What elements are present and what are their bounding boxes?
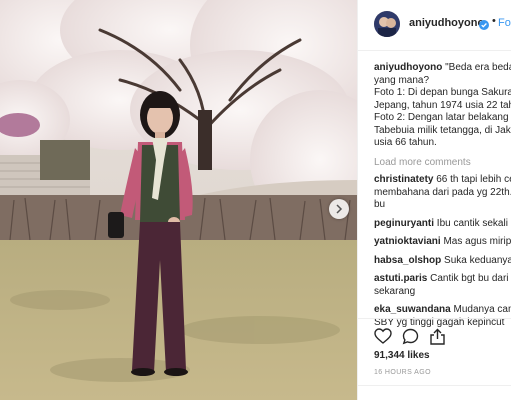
comment-item: yatnioktaviani Mas agus mirip ibu <box>374 236 511 249</box>
comment-username[interactable]: eka_suwandana <box>374 304 451 315</box>
comment-text: Mudanya cantik <box>453 304 511 315</box>
comment-username[interactable]: astuti.paris <box>374 273 427 284</box>
comment-username[interactable]: peginuryanti <box>374 218 434 229</box>
post-photo[interactable] <box>0 0 357 400</box>
comment-icon[interactable] <box>402 328 419 350</box>
avatar-image <box>374 11 400 37</box>
header-username[interactable]: aniyudhoyono <box>409 17 484 29</box>
caption-line: Jepang, tahun 1974 usia 22 tahun. <box>374 99 511 111</box>
post-side-panel: aniyudhoyono • Follow aniyudhoyono "Beda… <box>357 0 511 400</box>
add-comment-area[interactable] <box>358 385 511 400</box>
share-icon[interactable] <box>429 328 446 350</box>
follow-button[interactable]: Follow <box>498 17 511 29</box>
post-caption: aniyudhoyono "Beda era beda yang mana? F… <box>374 62 511 150</box>
comment-text: bu <box>374 199 386 210</box>
comment-text: sekarang <box>374 285 416 297</box>
caption-line: Tabebuia milik tetangga, di Jakarta, <box>374 124 511 136</box>
next-photo-button[interactable] <box>329 199 349 219</box>
comment-text: 66 th tapi lebih cerah <box>436 174 511 185</box>
caption-line: yang mana? <box>374 74 430 86</box>
comment-list: christinatety 66 th tapi lebih cerah mem… <box>374 174 511 335</box>
comment-item: christinatety 66 th tapi lebih cerah mem… <box>374 174 511 212</box>
comment-text: membahana dari pada yg 22th... <box>374 186 511 198</box>
caption-username[interactable]: aniyudhoyono <box>374 62 442 73</box>
comment-item: habsa_olshop Suka keduanya bu <box>374 255 511 268</box>
caption-line: Foto 2: Dengan latar belakang bunga <box>374 112 509 123</box>
post-timestamp: 16 HOURS AGO <box>374 369 431 376</box>
vintage-photo-image <box>0 0 357 400</box>
load-more-comments-link[interactable]: Load more comments <box>374 157 471 168</box>
like-count[interactable]: 91,344 likes <box>374 350 430 361</box>
header-separator: • <box>492 15 496 27</box>
comment-text: Cantik bgt bu dari dulu <box>430 273 509 284</box>
comment-text: Mas agus mirip ibu <box>443 236 511 247</box>
comment-item: astuti.paris Cantik bgt bu dari dulu sek… <box>374 273 511 298</box>
heart-icon[interactable] <box>374 328 392 349</box>
avatar[interactable] <box>374 11 400 37</box>
caption-line: usia 66 tahun. <box>374 137 437 148</box>
comment-item: peginuryanti Ibu cantik sekali <box>374 218 511 231</box>
comment-text: Suka keduanya bu <box>444 254 511 266</box>
comment-username[interactable]: yatnioktaviani <box>374 236 441 247</box>
chevron-right-icon <box>336 204 343 214</box>
post-header: aniyudhoyono • Follow <box>358 0 511 51</box>
verified-badge-icon <box>479 17 489 35</box>
comment-username[interactable]: habsa_olshop <box>374 255 441 266</box>
caption-line: "Beda era beda <box>442 62 511 73</box>
comment-text: Ibu cantik sekali <box>434 217 508 229</box>
comment-username[interactable]: christinatety <box>374 174 433 185</box>
caption-line: Foto 1: Di depan bunga Sakura <box>374 87 511 98</box>
